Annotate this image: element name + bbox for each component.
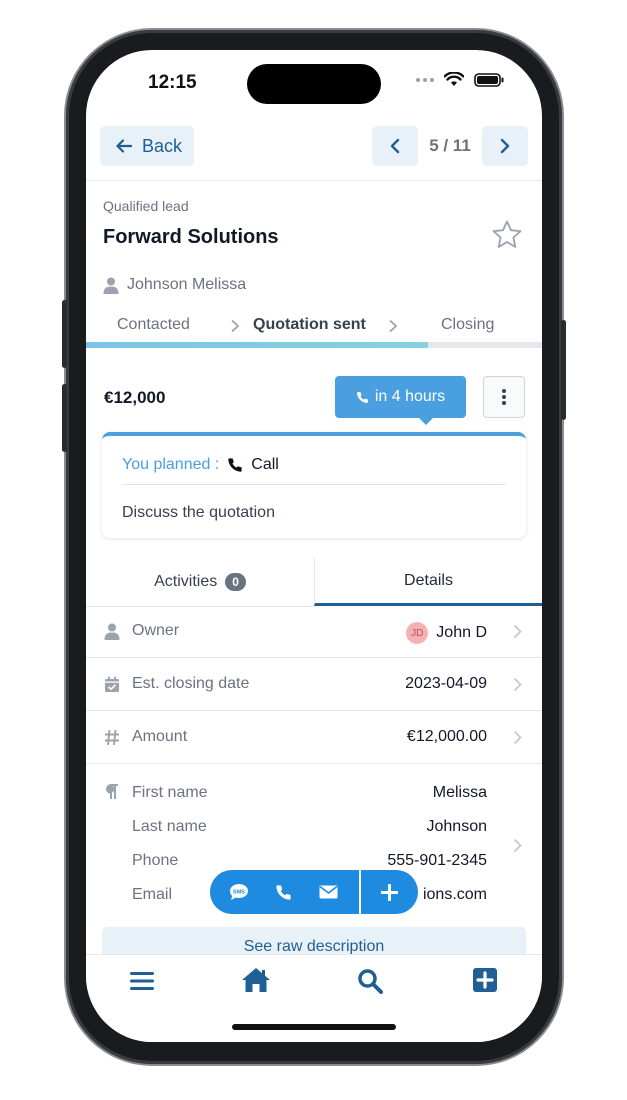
paragraph-icon (106, 784, 118, 799)
lead-title: Forward Solutions (103, 226, 279, 248)
envelope-icon (319, 885, 338, 899)
plus-icon (381, 883, 399, 901)
chevron-right-icon (389, 319, 398, 333)
stage-contacted[interactable]: Contacted (117, 316, 190, 334)
sms-button[interactable]: SMS (216, 870, 261, 914)
status-icons (416, 72, 504, 87)
owner-value: JD John D (406, 622, 487, 644)
phone-value: 555-901-2345 (387, 852, 487, 869)
svg-text:SMS: SMS (233, 890, 245, 896)
detail-row-closing-date[interactable]: Est. closing date 2023-04-09 (86, 659, 542, 711)
chevron-right-icon (513, 677, 522, 692)
tab-details[interactable]: Details (314, 558, 542, 606)
user-icon (104, 623, 120, 640)
chevron-right-icon (513, 624, 522, 639)
pipeline-stages: Contacted Quotation sent Closing (86, 312, 542, 340)
closing-date-label: Est. closing date (132, 675, 250, 692)
chevron-right-icon (513, 730, 522, 745)
tab-details-label: Details (404, 571, 453, 589)
phone-side-button (62, 384, 67, 452)
quick-action-bar: SMS (210, 870, 418, 914)
amount-label: Amount (132, 728, 188, 745)
activity-description: Discuss the quotation (122, 504, 275, 521)
add-action-button[interactable] (361, 870, 418, 914)
contact-name: Johnson Melissa (127, 276, 247, 293)
next-activity-label: in 4 hours (374, 388, 446, 405)
detail-row-owner[interactable]: Owner JD John D (86, 606, 542, 658)
record-tabs: Activities 0 Details (86, 558, 542, 606)
owner-label: Owner (132, 622, 180, 639)
home-indicator (232, 1024, 396, 1030)
planned-label: You planned : (122, 456, 220, 473)
card-divider (122, 484, 506, 485)
phone-icon (228, 458, 243, 472)
top-navigation: Back 5 / 11 (86, 126, 542, 178)
email-label: Email (132, 886, 173, 903)
planned-activity-card[interactable]: You planned : Call Discuss the quotation (102, 432, 526, 538)
pipeline-progress-bar (86, 342, 542, 348)
avatar: JD (406, 622, 429, 644)
stage-quotation-sent[interactable]: Quotation sent (253, 316, 366, 334)
sms-icon: SMS (229, 884, 248, 900)
owner-name: John D (436, 624, 487, 641)
chevron-right-icon (500, 138, 510, 154)
phone-power-button (561, 320, 566, 420)
tab-activities-label: Activities (154, 573, 218, 590)
back-label: Back (142, 135, 183, 156)
calendar-check-icon (105, 676, 119, 692)
chevron-right-icon (513, 838, 522, 853)
user-icon (103, 277, 119, 294)
activities-count-badge: 0 (225, 573, 246, 591)
lead-type: Qualified lead (103, 198, 189, 214)
plus-square-icon[interactable] (473, 968, 497, 992)
phone-icon (276, 884, 291, 900)
chevron-right-icon (231, 319, 240, 333)
lead-contact[interactable]: Johnson Melissa (103, 276, 246, 294)
closing-date-value: 2023-04-09 (405, 675, 487, 692)
phone-icon (356, 391, 368, 403)
star-icon[interactable] (490, 218, 524, 252)
dynamic-island (247, 64, 381, 104)
email-button[interactable] (306, 870, 351, 914)
status-time: 12:15 (148, 72, 197, 93)
status-bar: 12:15 (86, 50, 542, 120)
arrow-left-icon (116, 139, 132, 153)
email-value: ions.com (422, 886, 487, 903)
next-activity-pointer (419, 418, 433, 425)
amount-value: €12,000.00 (406, 728, 487, 745)
phone-side-button (62, 300, 67, 368)
previous-record-button[interactable] (372, 126, 418, 166)
activity-type: Call (251, 456, 279, 473)
more-vertical-icon (502, 389, 506, 405)
stage-closing[interactable]: Closing (441, 316, 494, 334)
battery-icon (474, 72, 504, 87)
tab-activities[interactable]: Activities 0 (86, 558, 314, 606)
search-icon[interactable] (357, 968, 383, 994)
hash-icon (105, 729, 119, 746)
home-icon[interactable] (241, 967, 271, 993)
back-button[interactable]: Back (100, 126, 194, 166)
record-position: 5 / 11 (429, 136, 471, 155)
app-screen: 12:15 Back 5 / 11 Qualified lead Forward… (86, 50, 542, 1042)
detail-row-amount[interactable]: Amount €12,000.00 (86, 712, 542, 764)
planned-activity-header: You planned : Call (122, 456, 279, 474)
header-divider (86, 180, 542, 181)
last-name-label: Last name (132, 818, 207, 835)
record-pager: 5 / 11 (372, 126, 528, 166)
menu-icon[interactable] (130, 971, 154, 991)
next-activity-button[interactable]: in 4 hours (335, 376, 466, 418)
chevron-left-icon (390, 138, 400, 154)
next-record-button[interactable] (482, 126, 528, 166)
first-name-label: First name (132, 784, 208, 801)
phone-label: Phone (132, 852, 179, 869)
pipeline-progress-fill (86, 342, 428, 348)
more-options-button[interactable] (483, 376, 525, 418)
first-name-value: Melissa (432, 784, 487, 801)
signal-dots-icon (416, 77, 434, 82)
deal-amount: €12,000 (104, 388, 166, 407)
last-name-value: Johnson (426, 818, 488, 835)
call-button[interactable] (261, 870, 306, 914)
wifi-icon (444, 72, 464, 86)
